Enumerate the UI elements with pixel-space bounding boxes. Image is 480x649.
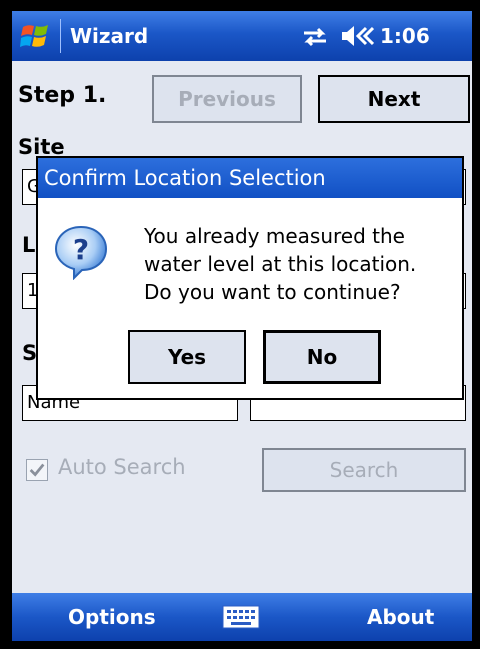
auto-search-checkbox[interactable]	[26, 459, 48, 481]
options-softkey[interactable]: Options	[68, 605, 156, 629]
search-by-label: S	[22, 341, 38, 365]
about-softkey[interactable]: About	[367, 605, 434, 629]
search-button[interactable]: Search	[262, 448, 466, 492]
volume-icon[interactable]	[340, 24, 374, 48]
device-frame: Wizard 1:06 Step 1. Previous Next Site G…	[0, 0, 480, 649]
dialog-message: You already measured the water level at …	[144, 224, 417, 304]
clock[interactable]: 1:06	[380, 24, 430, 48]
svg-text:?: ?	[73, 233, 89, 266]
location-label: L	[22, 233, 36, 257]
connectivity-icon[interactable]	[300, 26, 330, 48]
question-icon: ?	[54, 225, 108, 280]
keyboard-icon[interactable]	[222, 605, 260, 629]
auto-search-label: Auto Search	[58, 455, 186, 479]
app-title: Wizard	[70, 24, 149, 48]
dialog-title: Confirm Location Selection	[38, 158, 462, 198]
confirm-dialog: Confirm Location Selection ? You already…	[36, 156, 464, 400]
no-button[interactable]: No	[263, 330, 381, 384]
title-bar: Wizard 1:06	[12, 11, 472, 61]
softkey-bar: Options About	[12, 593, 472, 641]
previous-button[interactable]: Previous	[152, 75, 302, 123]
title-separator	[60, 19, 61, 53]
screen: Wizard 1:06 Step 1. Previous Next Site G…	[12, 11, 472, 641]
yes-button[interactable]: Yes	[128, 330, 246, 384]
windows-logo-icon[interactable]	[20, 21, 54, 51]
next-button[interactable]: Next	[318, 75, 470, 123]
step-label: Step 1.	[18, 83, 107, 108]
checkmark-icon	[29, 463, 45, 477]
